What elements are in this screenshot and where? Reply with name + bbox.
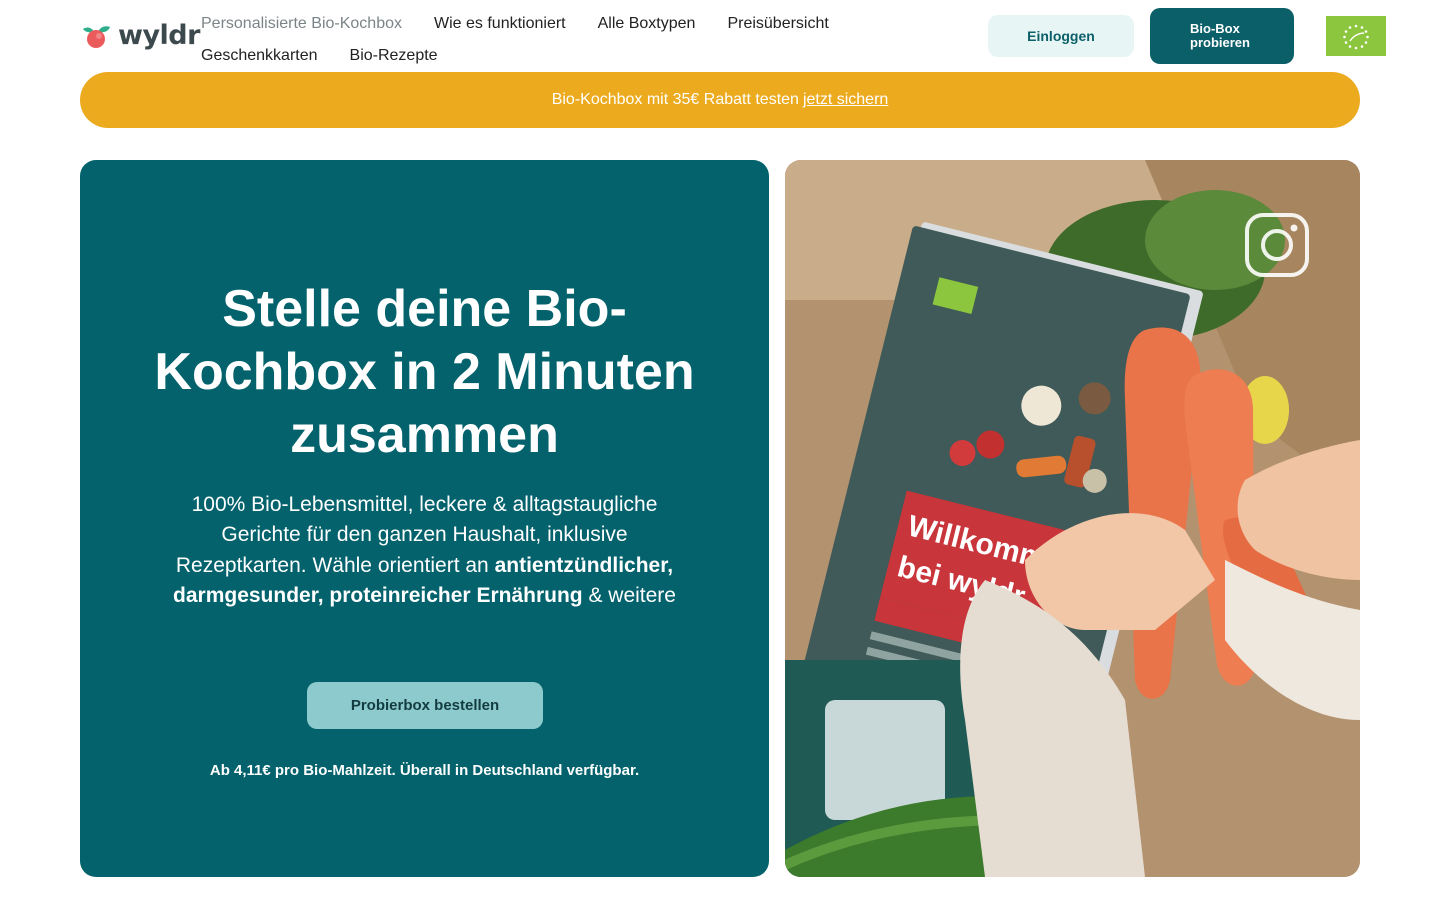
- hero-title: Stelle deine Bio-Kochbox in 2 Minuten zu…: [154, 280, 695, 464]
- wyldr-logo-icon: [80, 20, 112, 50]
- promo-link[interactable]: jetzt sichern: [803, 91, 888, 109]
- hero-photo[interactable]: Willkommen bei wyldr: [785, 160, 1360, 877]
- nav-personalisierte-bio-kochbox[interactable]: Personalisierte Bio-Kochbox: [201, 15, 402, 33]
- nav-preisuebersicht[interactable]: Preisübersicht: [727, 15, 828, 33]
- instagram-icon[interactable]: [1244, 212, 1310, 278]
- nav-row-1: Personalisierte Bio-Kochbox Wie es funkt…: [201, 8, 901, 40]
- eu-organic-icon: [1326, 16, 1386, 56]
- brand-logo[interactable]: wyldr: [80, 18, 200, 52]
- nav-row-2: Geschenkkarten Bio-Rezepte: [201, 40, 901, 72]
- nav-bio-rezepte[interactable]: Bio-Rezepte: [350, 47, 438, 65]
- site-header: wyldr Personalisierte Bio-Kochbox Wie es…: [0, 0, 1440, 72]
- nav-wie-es-funktioniert[interactable]: Wie es funktioniert: [434, 15, 566, 33]
- order-trial-box-button[interactable]: Probierbox bestellen: [307, 682, 543, 729]
- hero-desc-part-2: & weitere: [582, 584, 676, 608]
- nav-alle-boxtypen[interactable]: Alle Boxtypen: [598, 15, 696, 33]
- hero-description: 100% Bio-Lebensmittel, leckere & alltags…: [170, 490, 679, 612]
- try-bio-box-button[interactable]: Bio-Box probieren: [1150, 8, 1294, 64]
- nav-geschenkkarten[interactable]: Geschenkkarten: [201, 47, 318, 65]
- brand-name: wyldr: [118, 19, 200, 51]
- promo-text: Bio-Kochbox mit 35€ Rabatt testen: [551, 91, 799, 108]
- promo-banner: Bio-Kochbox mit 35€ Rabatt testen jetzt …: [80, 72, 1360, 128]
- main-nav: Personalisierte Bio-Kochbox Wie es funkt…: [201, 8, 901, 72]
- hero-panel: Stelle deine Bio-Kochbox in 2 Minuten zu…: [80, 160, 769, 877]
- login-button[interactable]: Einloggen: [988, 15, 1134, 57]
- hero-note: Ab 4,11€ pro Bio-Mahlzeit. Überall in De…: [209, 762, 640, 779]
